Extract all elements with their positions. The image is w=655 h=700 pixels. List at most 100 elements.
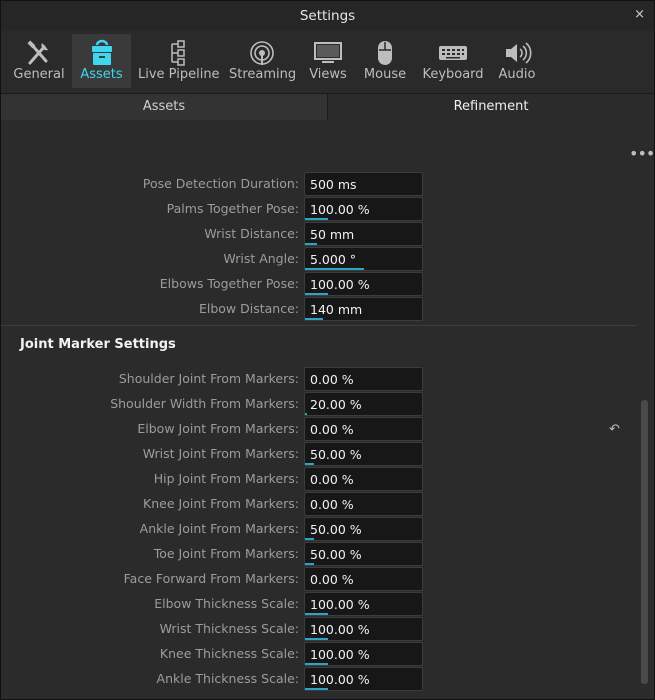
setting-value: 500 ms [310, 177, 357, 192]
setting-value: 20.00 % [310, 397, 362, 412]
setting-value: 100.00 % [310, 202, 370, 217]
setting-value-field[interactable]: 0.00 % [304, 417, 423, 441]
setting-row: Wrist Distance: 50 mm [1, 222, 431, 246]
setting-value: 100.00 % [310, 672, 370, 687]
setting-label: Elbow Joint From Markers: [137, 421, 299, 436]
setting-label: Shoulder Joint From Markers: [118, 371, 299, 386]
tab-views-label: Views [309, 67, 347, 82]
setting-label: Ankle Thickness Scale: [156, 671, 299, 686]
title-bar: Settings × [1, 1, 654, 31]
setting-row: Wrist Thickness Scale: 100.00 % [1, 617, 431, 641]
setting-label: Elbow Thickness Scale: [154, 596, 299, 611]
setting-label: Wrist Distance: [204, 226, 299, 241]
setting-value-field[interactable]: 50.00 % [304, 442, 423, 466]
more-options-icon[interactable]: ••• [629, 144, 655, 163]
setting-row: Shoulder Width From Markers: 20.00 % [1, 392, 431, 416]
tab-views[interactable]: Views [306, 34, 350, 88]
setting-value-field[interactable]: 20.00 % [304, 392, 423, 416]
window-title: Settings [299, 8, 356, 24]
setting-value: 0.00 % [310, 472, 354, 487]
pipeline-icon [162, 39, 192, 67]
setting-value-field[interactable]: 0.00 % [304, 467, 423, 491]
setting-row: Elbow Thickness Scale: 100.00 % [1, 592, 431, 616]
setting-label: Wrist Angle: [223, 251, 299, 266]
tab-streaming[interactable]: Streaming [229, 34, 296, 88]
setting-row: Hip Joint From Markers: 0.00 % [1, 467, 431, 491]
setting-value: 0.00 % [310, 372, 354, 387]
setting-value-field[interactable]: 100.00 % [304, 592, 423, 616]
keyboard-icon [438, 39, 468, 67]
setting-value-field[interactable]: 50 mm [304, 222, 423, 246]
tab-keyboard[interactable]: Keyboard [421, 34, 485, 88]
setting-slider-fill [305, 318, 323, 320]
setting-label: Palms Together Pose: [166, 201, 299, 216]
setting-value-field[interactable]: 100.00 % [304, 642, 423, 666]
setting-value-field[interactable]: 500 ms [304, 172, 423, 196]
subtab-refinement[interactable]: Refinement [328, 94, 654, 120]
setting-value-field[interactable]: 100.00 % [304, 272, 423, 296]
tab-mouse[interactable]: Mouse [361, 34, 409, 88]
setting-value: 50 mm [310, 227, 355, 242]
setting-row: Elbow Joint From Markers: 0.00 % [1, 417, 431, 441]
setting-row: Wrist Joint From Markers: 50.00 % [1, 442, 431, 466]
section-title-joint-marker-settings: Joint Marker Settings [20, 337, 176, 352]
setting-slider-fill [305, 268, 364, 270]
setting-row: Face Forward From Markers: 0.00 % [1, 567, 431, 591]
section-divider [1, 325, 637, 326]
setting-label: Elbow Distance: [198, 301, 299, 316]
setting-value: 100.00 % [310, 597, 370, 612]
tab-mouse-label: Mouse [363, 67, 407, 82]
setting-row: Palms Together Pose: 100.00 % [1, 197, 431, 221]
tools-icon [24, 39, 54, 67]
setting-row: Wrist Angle: 5.000 ° [1, 247, 431, 271]
tab-assets-label: Assets [80, 67, 123, 82]
setting-label: Shoulder Width From Markers: [110, 396, 299, 411]
reset-icon[interactable]: ↶ [609, 422, 620, 437]
vertical-scrollbar[interactable] [641, 400, 648, 684]
setting-value-field[interactable]: 5.000 ° [304, 247, 423, 271]
setting-value: 0.00 % [310, 422, 354, 437]
setting-slider-fill [305, 463, 314, 465]
tab-audio[interactable]: Audio [495, 34, 539, 88]
refinement-panel: ••• Pose Detection Duration: 500 ms Palms … [1, 120, 655, 699]
tab-general-label: General [13, 67, 65, 82]
monitor-icon [313, 39, 343, 67]
setting-slider-fill [305, 218, 328, 220]
setting-row: Pose Detection Duration: 500 ms [1, 172, 431, 196]
setting-value-field[interactable]: 0.00 % [304, 567, 423, 591]
mouse-icon [370, 39, 400, 67]
setting-label: Knee Joint From Markers: [143, 496, 299, 511]
setting-value: 50.00 % [310, 522, 362, 537]
setting-row: Toe Joint From Markers: 50.00 % [1, 542, 431, 566]
setting-value: 50.00 % [310, 547, 362, 562]
setting-value: 50.00 % [310, 447, 362, 462]
setting-row: Ankle Thickness Scale: 100.00 % [1, 667, 431, 691]
setting-label: Face Forward From Markers: [123, 571, 299, 586]
setting-row: Elbow Distance: 140 mm [1, 297, 431, 321]
setting-value: 100.00 % [310, 622, 370, 637]
assets-icon [87, 39, 117, 67]
setting-slider-fill [305, 663, 328, 665]
setting-value-field[interactable]: 50.00 % [304, 517, 423, 541]
settings-toolbar: General Assets Live Pipeline Streaming V… [1, 31, 654, 93]
setting-value: 0.00 % [310, 572, 354, 587]
tab-keyboard-label: Keyboard [422, 67, 484, 82]
setting-value-field[interactable]: 100.00 % [304, 617, 423, 641]
streaming-icon [247, 39, 277, 67]
setting-value-field[interactable]: 0.00 % [304, 367, 423, 391]
setting-label: Ankle Joint From Markers: [139, 521, 299, 536]
setting-value: 100.00 % [310, 277, 370, 292]
tab-assets[interactable]: Assets [72, 34, 131, 88]
tab-general[interactable]: General [10, 34, 68, 88]
setting-value-field[interactable]: 0.00 % [304, 492, 423, 516]
tab-live-pipeline[interactable]: Live Pipeline [138, 34, 220, 88]
setting-value-field[interactable]: 100.00 % [304, 667, 423, 691]
setting-value-field[interactable]: 100.00 % [304, 197, 423, 221]
setting-value-field[interactable]: 50.00 % [304, 542, 423, 566]
subtab-assets[interactable]: Assets [1, 94, 328, 120]
setting-value-field[interactable]: 140 mm [304, 297, 423, 321]
setting-value: 100.00 % [310, 647, 370, 662]
setting-value: 5.000 ° [310, 252, 357, 267]
tab-audio-label: Audio [498, 67, 536, 82]
close-icon[interactable]: × [634, 7, 645, 22]
